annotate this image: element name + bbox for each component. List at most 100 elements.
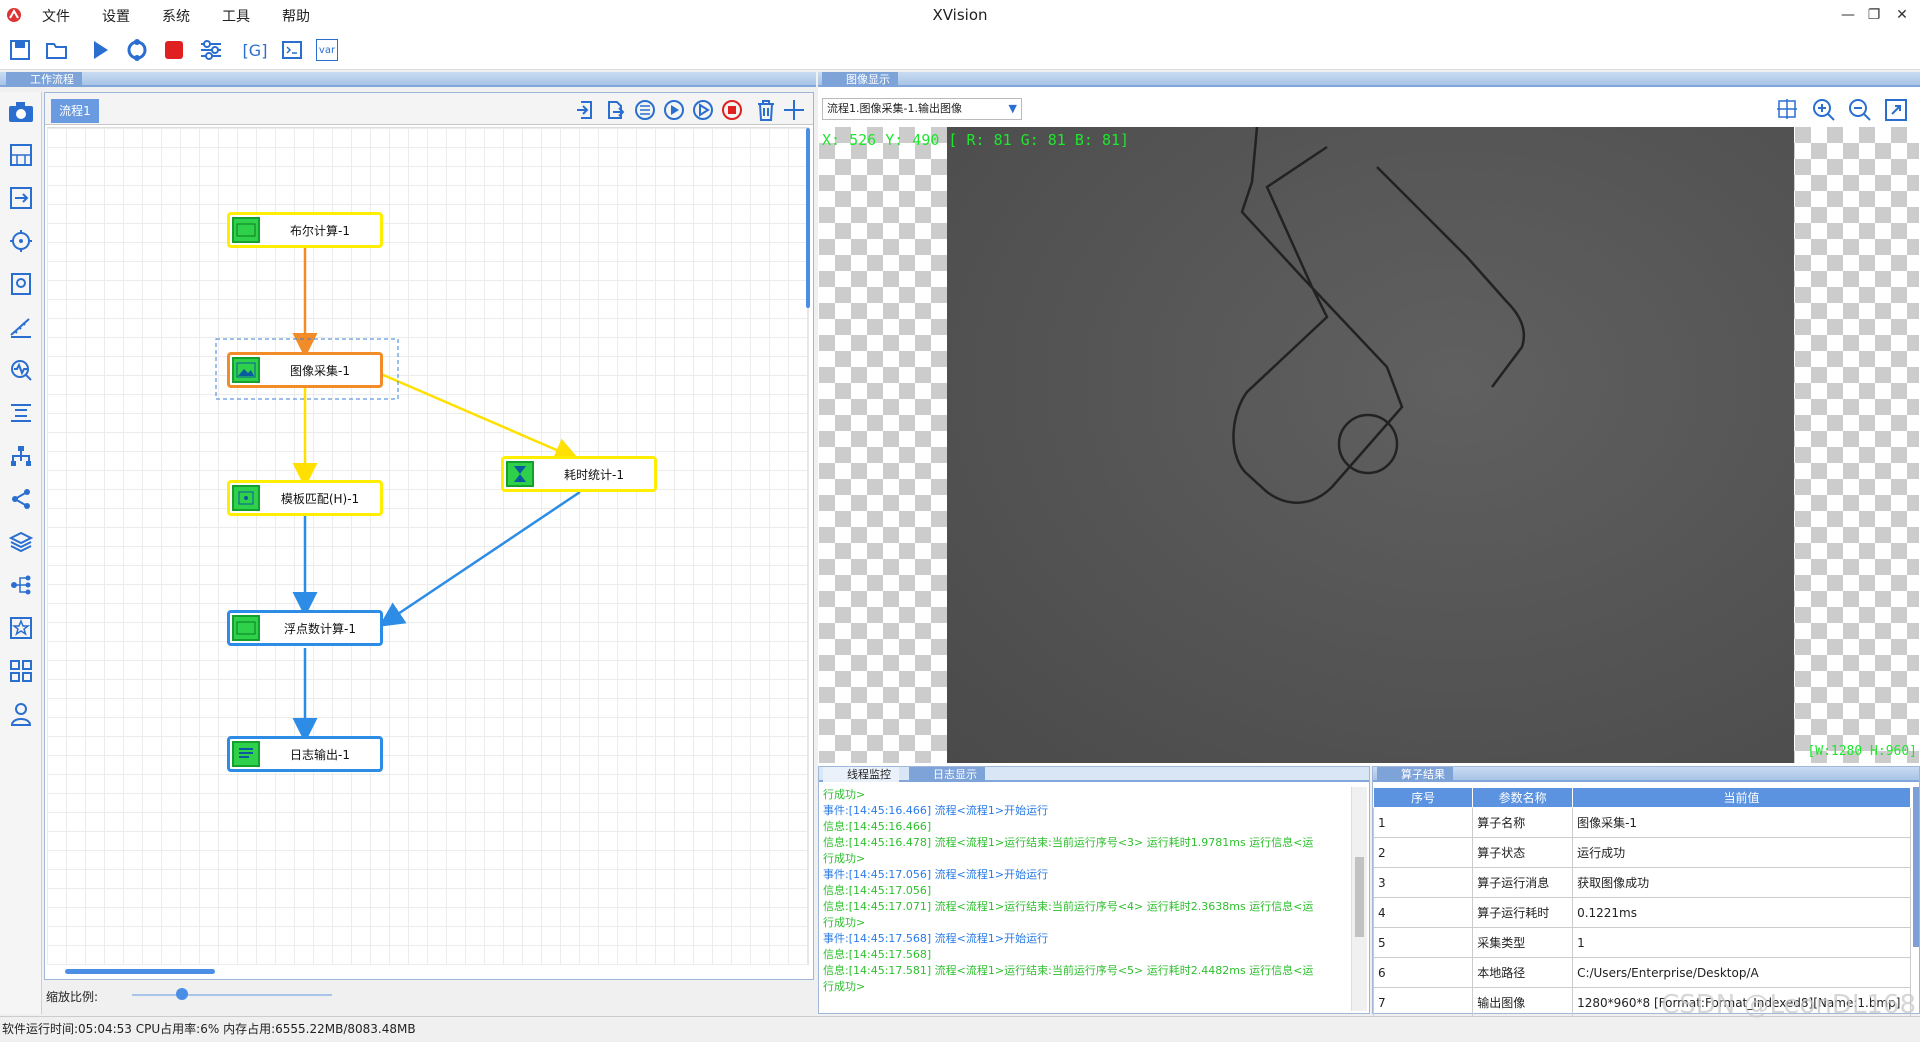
- log-text-area[interactable]: 行成功> 事件:[14:45:16.466] 流程<流程1>开始运行 信息:[14:…: [823, 787, 1347, 1009]
- zoom-in-icon[interactable]: [1812, 98, 1836, 125]
- row-param: 输出图像: [1472, 987, 1574, 1018]
- col-header-index: 序号: [1372, 787, 1474, 808]
- table-row[interactable]: 6 本地路径 C:/Users/Enterprise/Desktop/A: [1372, 957, 1911, 988]
- edge-timing-to-float: [378, 490, 581, 627]
- table-row[interactable]: 2 算子状态 运行成功: [1372, 837, 1911, 868]
- tab-thread-monitor[interactable]: 线程监控: [823, 767, 899, 782]
- tab-log-display[interactable]: 日志显示: [909, 767, 985, 782]
- table-row[interactable]: 7 输出图像 1280*960*8 [Format:Format_Indexed8]…: [1372, 987, 1911, 1018]
- main-toolbar: [G] var: [0, 30, 1920, 70]
- app-logo-icon: [7, 8, 21, 22]
- row-value: C:/Users/Enterprise/Desktop/A: [1572, 957, 1911, 988]
- row-param: 算子名称: [1472, 807, 1574, 838]
- loop-icon[interactable]: [123, 36, 151, 64]
- export-icon[interactable]: [602, 97, 628, 123]
- workflow-panel-header: 工作流程: [0, 72, 816, 87]
- layers-icon[interactable]: [7, 528, 35, 556]
- node-bool-calc[interactable]: 布尔计算-1: [227, 212, 383, 248]
- image-source-value: 流程1.图像采集-1.输出图像: [827, 102, 962, 115]
- close-button[interactable]: ✕: [1890, 4, 1914, 26]
- zoom-slider-thumb[interactable]: [176, 988, 188, 1000]
- log-line: 信息:[14:45:16.466]: [823, 820, 932, 833]
- hourglass-icon: [506, 461, 534, 487]
- node-image-acquire[interactable]: 图像采集-1: [227, 352, 383, 388]
- node-label: 耗时统计-1: [564, 467, 624, 482]
- script-icon[interactable]: [278, 36, 306, 64]
- transform-icon[interactable]: [7, 184, 35, 212]
- run-once-icon[interactable]: [661, 97, 687, 123]
- import-icon[interactable]: [572, 97, 598, 123]
- canvas-hscrollbar[interactable]: [65, 969, 215, 974]
- log-node-icon: [232, 741, 260, 767]
- ruler-icon[interactable]: [7, 313, 35, 341]
- image-node-icon: [232, 357, 260, 383]
- image-source-select[interactable]: 流程1.图像采集-1.输出图像 ▼: [822, 98, 1022, 120]
- add-icon[interactable]: [781, 97, 807, 123]
- wave-icon[interactable]: [7, 356, 35, 384]
- settings-sliders-icon[interactable]: [197, 36, 225, 64]
- list-icon[interactable]: [632, 97, 658, 123]
- save-icon[interactable]: [6, 36, 34, 64]
- crosshair-icon[interactable]: [1776, 98, 1798, 123]
- log-line: 行成功>: [823, 916, 866, 929]
- log-line: 信息:[14:45:16.478] 流程<流程1>运行结束:当前运行序号<3> …: [823, 836, 1314, 849]
- align-icon[interactable]: [7, 399, 35, 427]
- tab-flow1[interactable]: 流程1: [51, 99, 99, 123]
- flow-canvas[interactable]: 布尔计算-1 图像采集-1 模板匹配(H)-1 耗时统计-1 浮点数计算-1 日…: [47, 127, 810, 966]
- menu-tools[interactable]: 工具: [222, 6, 250, 26]
- node-log-output[interactable]: 日志输出-1: [227, 736, 383, 772]
- table-row[interactable]: 1 算子名称 图像采集-1: [1372, 807, 1911, 838]
- stop-flow-icon[interactable]: [719, 97, 745, 123]
- open-folder-icon[interactable]: [43, 36, 71, 64]
- restore-button[interactable]: ❐: [1862, 4, 1886, 26]
- variable-icon[interactable]: var: [316, 39, 338, 61]
- row-index: 3: [1372, 867, 1474, 898]
- log-line: 信息:[14:45:17.581] 流程<流程1>运行结束:当前运行序号<5> …: [823, 964, 1314, 977]
- tree-icon[interactable]: [7, 571, 35, 599]
- target-icon[interactable]: [7, 227, 35, 255]
- col-header-param: 参数名称: [1472, 787, 1574, 808]
- user-icon[interactable]: [7, 700, 35, 728]
- stop-icon[interactable]: [160, 36, 188, 64]
- run-loop-icon[interactable]: [690, 97, 716, 123]
- image-viewer[interactable]: X: 526 Y: 490 [ R: 81 G: 81 B: 81] [W:12…: [819, 126, 1919, 763]
- zoom-out-icon[interactable]: [1848, 98, 1872, 125]
- menu-file[interactable]: 文件: [42, 6, 70, 26]
- minimize-button[interactable]: —: [1836, 4, 1860, 26]
- run-icon[interactable]: [86, 36, 114, 64]
- apps-icon[interactable]: [7, 657, 35, 685]
- menu-system[interactable]: 系统: [162, 6, 190, 26]
- log-line: 事件:[14:45:16.466] 流程<流程1>开始运行: [823, 804, 1049, 817]
- log-line: 行成功>: [823, 852, 866, 865]
- log-line: 信息:[14:45:17.071] 流程<流程1>运行结束:当前运行序号<4> …: [823, 900, 1314, 913]
- delete-icon[interactable]: [753, 97, 779, 123]
- camera-icon[interactable]: [7, 98, 35, 126]
- node-time-stat[interactable]: 耗时统计-1: [501, 456, 657, 492]
- log-scroll-thumb[interactable]: [1355, 857, 1364, 937]
- table-row[interactable]: 5 采集类型 1: [1372, 927, 1911, 958]
- grid-icon[interactable]: [7, 141, 35, 169]
- hierarchy-icon[interactable]: [7, 442, 35, 470]
- star-icon[interactable]: [7, 614, 35, 642]
- title-bar: 文件 设置 系统 工具 帮助 XVision — ❐ ✕: [0, 0, 1920, 30]
- image-search-icon[interactable]: [7, 270, 35, 298]
- result-scrollbar[interactable]: [1913, 787, 1919, 947]
- row-value: 1280*960*8 [Format:Format_Indexed8][Name…: [1572, 987, 1911, 1018]
- global-var-icon[interactable]: [G]: [240, 36, 270, 64]
- fit-screen-icon[interactable]: [1884, 98, 1908, 125]
- menu-settings[interactable]: 设置: [102, 6, 130, 26]
- canvas-vscrollbar[interactable]: [806, 128, 810, 308]
- zoom-slider-track[interactable]: [132, 994, 332, 996]
- row-index: 7: [1372, 987, 1474, 1018]
- node-float-calc[interactable]: 浮点数计算-1: [227, 610, 383, 646]
- result-panel-header: 算子结果: [1373, 767, 1919, 782]
- flow-edges: [215, 248, 581, 743]
- log-scrollbar[interactable]: [1351, 787, 1367, 1011]
- table-row[interactable]: 3 算子运行消息 获取图像成功: [1372, 867, 1911, 898]
- row-index: 1: [1372, 807, 1474, 838]
- row-value: 获取图像成功: [1572, 867, 1911, 898]
- node-template-match[interactable]: 模板匹配(H)-1: [227, 480, 383, 516]
- network-icon[interactable]: [7, 485, 35, 513]
- table-row[interactable]: 4 算子运行耗时 0.1221ms: [1372, 897, 1911, 928]
- menu-help[interactable]: 帮助: [282, 6, 310, 26]
